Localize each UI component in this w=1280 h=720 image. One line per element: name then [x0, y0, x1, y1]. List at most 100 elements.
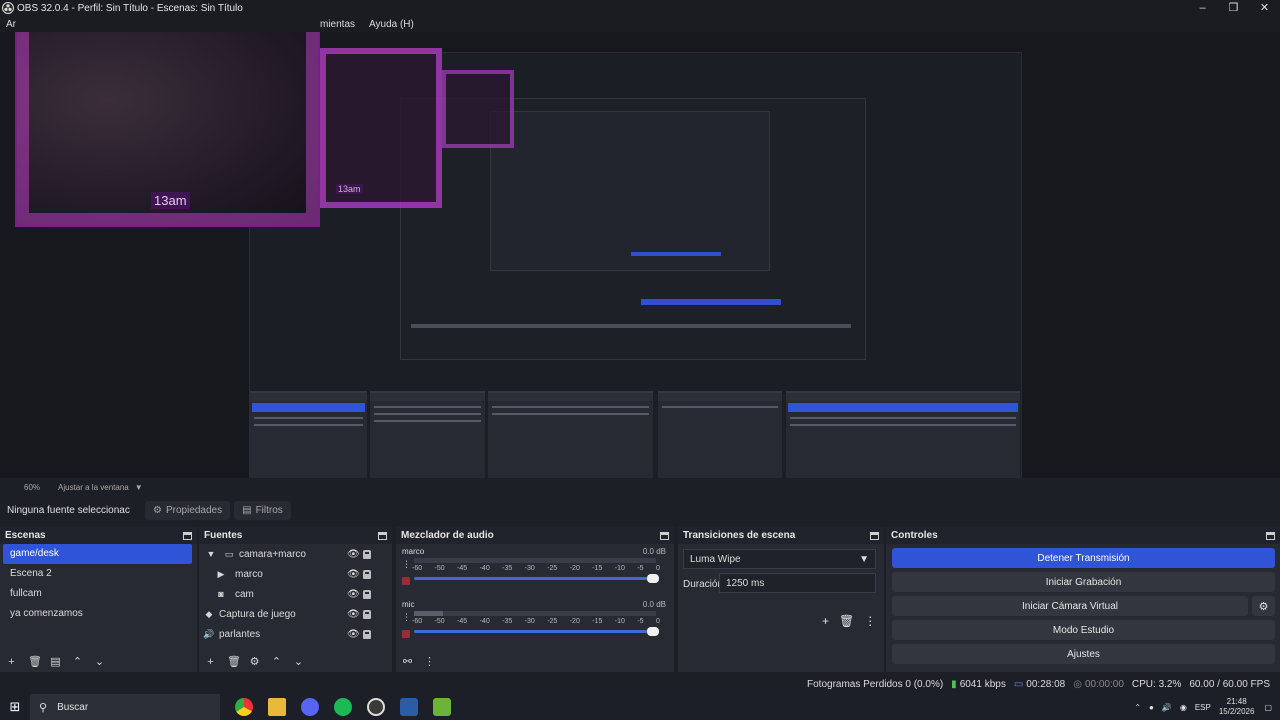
studio-mode-button[interactable]: Modo Estudio — [892, 620, 1275, 640]
transition-select[interactable]: Luma Wipe ▼ — [683, 549, 876, 569]
trash-icon[interactable]: 🗑 — [839, 614, 854, 628]
more-options-icon[interactable]: ⋮ — [402, 559, 411, 570]
source-item[interactable]: ▶ marco 👁 — [199, 564, 392, 584]
source-item[interactable]: ◆ Captura de juego 👁 — [199, 604, 392, 624]
windows-taskbar: ⊞ ⚲ Buscar ⌃ ● 🔊 ◉ ESP 21:48 15/2/2026 ▢ — [0, 694, 1280, 720]
app-icon[interactable] — [433, 698, 451, 716]
start-recording-button[interactable]: Iniciar Grabación — [892, 572, 1275, 592]
record-time: 00:00:00 — [1084, 678, 1124, 690]
mixer-toolbar: ⚯ ⋮ — [402, 657, 435, 668]
nested-preview-2 — [490, 111, 770, 271]
eye-icon[interactable]: 👁 — [347, 549, 360, 560]
virtual-camera-settings-button[interactable]: ⚙ — [1252, 596, 1275, 616]
meter-tick-label: -15 — [592, 565, 603, 572]
trash-icon[interactable]: 🗑 — [28, 657, 42, 668]
chevron-down-icon[interactable]: ⌄ — [293, 657, 304, 668]
source-item[interactable]: ▼ ▭ camara+marco 👁 — [199, 544, 392, 564]
network-icon[interactable]: ◉ — [1180, 703, 1187, 712]
filters-label: Filtros — [255, 504, 283, 516]
taskbar-search[interactable]: ⚲ Buscar — [30, 694, 220, 720]
eye-icon[interactable]: 👁 — [347, 609, 360, 620]
undock-icon[interactable] — [183, 531, 192, 540]
filters-button[interactable]: ▤ Filtros — [234, 500, 291, 520]
restore-icon[interactable]: ❐ — [1218, 0, 1249, 16]
minimize-icon[interactable]: – — [1187, 0, 1218, 16]
eye-icon[interactable]: 👁 — [347, 589, 360, 600]
lock-icon[interactable] — [363, 629, 371, 639]
spotify-icon[interactable] — [334, 698, 352, 716]
lock-icon[interactable] — [363, 589, 371, 599]
undock-icon[interactable] — [378, 531, 387, 540]
lock-icon[interactable] — [363, 549, 371, 559]
eye-icon[interactable]: 👁 — [347, 569, 360, 580]
no-source-selected-label: Ninguna fuente seleccionac — [7, 504, 130, 516]
add-icon[interactable]: + — [205, 657, 216, 668]
link-icon[interactable]: ⚯ — [402, 657, 413, 668]
fit-window-label[interactable]: Ajustar a la ventana — [58, 483, 129, 492]
settings-button[interactable]: Ajustes — [892, 644, 1275, 664]
obs-icon[interactable] — [367, 698, 385, 716]
lock-icon[interactable] — [363, 609, 371, 619]
notification-icon[interactable]: ▢ — [1264, 703, 1272, 712]
expand-arrow-icon[interactable]: ▼ — [205, 549, 217, 559]
file-explorer-icon[interactable] — [268, 698, 286, 716]
scene-item[interactable]: ya comenzamos — [3, 604, 192, 624]
scene-item[interactable]: fullcam — [3, 584, 192, 604]
stop-streaming-button[interactable]: Detener Transmisión — [892, 548, 1275, 568]
eye-icon[interactable]: 👁 — [347, 629, 360, 640]
title-bar: OBS 32.0.4 - Perfil: Sin Título - Escena… — [0, 0, 1280, 16]
source-item[interactable]: ◙ cam 👁 — [199, 584, 392, 604]
volume-slider[interactable] — [414, 574, 659, 583]
slider-knob[interactable] — [647, 627, 659, 636]
undock-icon[interactable] — [870, 531, 879, 540]
more-options-icon[interactable]: ⋮ — [424, 657, 435, 668]
mute-icon[interactable] — [402, 630, 410, 638]
trash-icon[interactable]: 🗑 — [227, 657, 241, 668]
source-item[interactable]: 🔊 parlantes 👁 — [199, 624, 392, 644]
add-icon[interactable]: + — [6, 657, 17, 668]
gear-icon[interactable]: ⚙ — [249, 657, 260, 668]
scene-item[interactable]: game/desk — [3, 544, 192, 564]
slider-knob[interactable] — [647, 574, 659, 583]
chevron-down-icon[interactable]: ⌄ — [94, 657, 105, 668]
chevron-down-icon: ▼ — [859, 553, 869, 565]
steam-icon[interactable] — [400, 698, 418, 716]
windows-start-icon[interactable]: ⊞ — [0, 699, 30, 715]
mic-icon[interactable]: ● — [1149, 703, 1154, 712]
close-icon[interactable]: ✕ — [1249, 0, 1280, 16]
volume-icon[interactable]: 🔊 — [1162, 703, 1172, 712]
zoom-level[interactable]: 60% — [24, 483, 40, 492]
start-virtual-camera-button[interactable]: Iniciar Cámara Virtual — [892, 596, 1248, 616]
chevron-up-icon[interactable]: ⌃ — [271, 657, 282, 668]
taskbar-clock[interactable]: 21:48 15/2/2026 — [1219, 697, 1255, 717]
filter-icon[interactable]: ▤ — [50, 657, 61, 668]
properties-button[interactable]: ⚙ Propiedades — [145, 500, 231, 520]
gear-icon: ⚙ — [1258, 600, 1269, 613]
more-options-icon[interactable]: ⋮ — [402, 612, 411, 623]
cpu-usage: CPU: 3.2% — [1131, 678, 1182, 690]
scene-item[interactable]: Escena 2 — [3, 564, 192, 584]
discord-icon[interactable] — [301, 698, 319, 716]
chevron-down-icon[interactable]: ▼ — [135, 483, 143, 492]
add-icon[interactable]: + — [822, 614, 829, 628]
undock-icon[interactable] — [660, 531, 669, 540]
duration-input[interactable]: 1250 ms — [719, 573, 876, 593]
transitions-title: Transiciones de escena — [683, 530, 796, 541]
lock-icon[interactable] — [363, 569, 371, 579]
chrome-icon[interactable] — [235, 698, 253, 716]
menu-item-archivo[interactable]: Ar — [6, 19, 16, 30]
chevron-up-icon[interactable]: ⌃ — [72, 657, 83, 668]
language-label[interactable]: ESP — [1195, 703, 1211, 712]
chevron-up-icon[interactable]: ⌃ — [1134, 703, 1141, 712]
undock-icon[interactable] — [1266, 531, 1275, 540]
mute-icon[interactable] — [402, 577, 410, 585]
speaker-icon: 🔊 — [203, 628, 215, 639]
meter-tick-label: -25 — [547, 618, 558, 625]
menu-item-ayuda[interactable]: Ayuda (H) — [369, 19, 414, 30]
more-options-icon[interactable]: ⋮ — [864, 614, 876, 628]
volume-slider[interactable] — [414, 627, 659, 636]
preview-area[interactable]: 13am 13am — [0, 32, 1280, 478]
zoom-bar: 60% Ajustar a la ventana ▼ — [0, 478, 1280, 496]
play-icon: ▶ — [217, 568, 225, 579]
menu-item-herramientas[interactable]: mientas — [320, 19, 355, 30]
